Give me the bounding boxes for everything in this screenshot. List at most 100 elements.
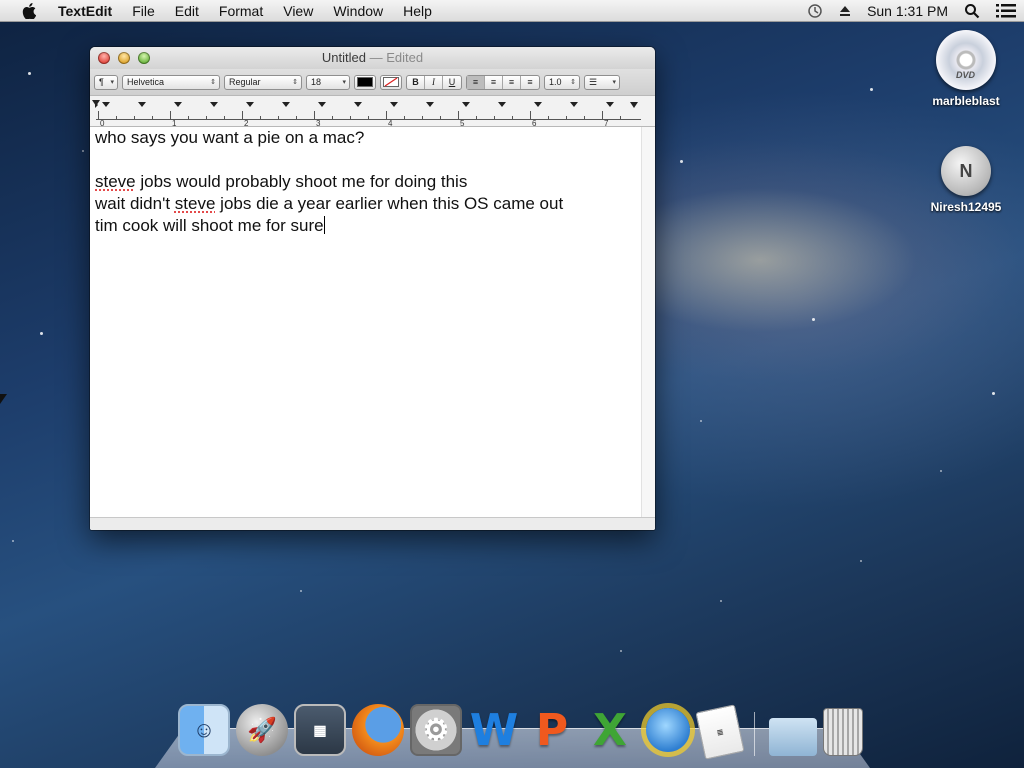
tab-stop-icon[interactable]: [426, 102, 434, 107]
dock-trash-icon[interactable]: [823, 708, 863, 756]
desktop-icon-label: marbleblast: [932, 94, 1000, 108]
document-line: who says you want a pie on a mac?: [95, 128, 365, 147]
window-titlebar[interactable]: Untitled — Edited: [90, 47, 655, 69]
ruler-tick: [476, 116, 477, 120]
tab-stop-icon[interactable]: [246, 102, 254, 107]
dock-textedit-icon[interactable]: ≣: [695, 704, 745, 760]
zoom-icon[interactable]: [138, 52, 150, 64]
spotlight-search-icon[interactable]: [956, 3, 988, 19]
time-machine-icon[interactable]: [799, 3, 831, 19]
ruler-tick: [602, 111, 603, 120]
tab-stop-icon[interactable]: [138, 102, 146, 107]
desktop-icon-label: Niresh12495: [930, 200, 1002, 214]
font-family-label: Helvetica: [127, 77, 165, 87]
ruler-tick: [512, 116, 513, 120]
ruler-tick: [152, 116, 153, 120]
drive-badge: N: [959, 160, 973, 181]
tab-stop-icon[interactable]: [174, 102, 182, 107]
close-icon[interactable]: [98, 52, 110, 64]
align-right-icon[interactable]: ≡: [503, 75, 521, 89]
dock-excel-icon[interactable]: X: [584, 704, 636, 756]
dock-firefox-icon[interactable]: [352, 704, 404, 756]
ruler-tick: [296, 116, 297, 120]
vertical-scrollbar[interactable]: [641, 127, 655, 517]
bold-button[interactable]: B: [407, 75, 425, 89]
document-line-part: wait didn't: [95, 194, 175, 213]
misspelled-word[interactable]: steve: [95, 172, 136, 191]
ruler-tick: [98, 111, 99, 120]
textedit-window: Untitled — Edited ¶ ▾ Helvetica ⇕ Regular ⇕…: [90, 47, 655, 530]
misspelled-word[interactable]: steve: [175, 194, 216, 213]
tab-stop-icon[interactable]: [390, 102, 398, 107]
text-ruler[interactable]: 01234567: [90, 95, 655, 128]
dock-launchpad-icon[interactable]: 🚀: [236, 704, 288, 756]
menu-help[interactable]: Help: [393, 0, 442, 22]
dock-image-capture-icon[interactable]: ▦: [294, 704, 346, 756]
tab-stop-icon[interactable]: [282, 102, 290, 107]
ruler-tick: [170, 111, 171, 120]
paragraph-style-popup[interactable]: ¶ ▾: [94, 74, 118, 90]
ruler-tick: [134, 116, 135, 120]
dock-word-icon[interactable]: W: [468, 704, 520, 756]
dock-documents-folder-icon[interactable]: [769, 718, 817, 756]
text-color-swatch: [357, 77, 373, 87]
ruler-tick: [494, 116, 495, 120]
right-margin-icon[interactable]: [630, 102, 638, 108]
tab-stop-icon[interactable]: [462, 102, 470, 107]
document-line-part: jobs die a year earlier when this OS cam…: [215, 194, 564, 213]
tab-stop-icon[interactable]: [354, 102, 362, 107]
align-left-icon[interactable]: ≡: [467, 75, 485, 89]
list-bullets-popup[interactable]: ☰ ▾: [584, 74, 620, 90]
document-line: steve jobs would probably shoot me for d…: [95, 171, 636, 193]
align-center-icon[interactable]: ≡: [485, 75, 503, 89]
apple-menu-icon[interactable]: [18, 2, 40, 19]
font-family-popup[interactable]: Helvetica ⇕: [122, 74, 220, 90]
ruler-tick: [566, 116, 567, 120]
tab-stop-icon[interactable]: [570, 102, 578, 107]
document-line: tim cook will shoot me for sure: [95, 215, 636, 237]
font-size-value: 18: [311, 77, 322, 87]
minimize-icon[interactable]: [118, 52, 130, 64]
notification-center-icon[interactable]: [988, 3, 1024, 18]
font-style-label: Regular: [229, 77, 261, 87]
desktop-icon-niresh12495[interactable]: N Niresh12495: [921, 146, 1011, 214]
font-size-combo[interactable]: 18 ▾: [306, 74, 350, 90]
line-spacing-popup[interactable]: 1.0 ⇕: [544, 74, 580, 90]
tab-stop-icon[interactable]: [102, 102, 110, 107]
dock-system-preferences-icon[interactable]: ⚙: [410, 704, 462, 756]
tab-stop-icon[interactable]: [606, 102, 614, 107]
menu-format[interactable]: Format: [209, 0, 273, 22]
dock-powerpoint-icon[interactable]: P: [526, 704, 578, 756]
italic-button[interactable]: I: [425, 75, 443, 89]
ruler-tick: [314, 111, 315, 120]
menu-file[interactable]: File: [122, 0, 165, 22]
tab-stop-icon[interactable]: [498, 102, 506, 107]
eject-icon[interactable]: [831, 5, 859, 17]
dock-finder-icon[interactable]: ☺: [178, 704, 230, 756]
tab-stop-icon[interactable]: [318, 102, 326, 107]
underline-button[interactable]: U: [443, 76, 461, 89]
justify-icon[interactable]: ≡: [521, 76, 539, 89]
menu-app-name[interactable]: TextEdit: [48, 0, 122, 22]
menu-edit[interactable]: Edit: [165, 0, 209, 22]
highlight-color-well[interactable]: [380, 74, 402, 90]
line-spacing-value: 1.0: [549, 77, 562, 87]
font-style-popup[interactable]: Regular ⇕: [224, 74, 302, 90]
text-caret: [323, 216, 325, 234]
text-color-well[interactable]: [354, 74, 376, 90]
document-text-area[interactable]: who says you want a pie on a mac? steve …: [90, 127, 641, 517]
dock-entourage-icon[interactable]: [646, 708, 690, 752]
ruler-tick: [188, 116, 189, 120]
ruler-tick: [530, 111, 531, 120]
tab-stop-icon[interactable]: [210, 102, 218, 107]
desktop-icon-marbleblast[interactable]: DVD marbleblast: [921, 30, 1011, 108]
list-bullets-icon: ☰: [589, 76, 598, 87]
tab-stop-icon[interactable]: [534, 102, 542, 107]
ruler-tick: [278, 116, 279, 120]
ruler-tick: [206, 116, 207, 120]
menu-window[interactable]: Window: [323, 0, 393, 22]
menu-clock[interactable]: Sun 1:31 PM: [859, 3, 956, 19]
first-line-indent-icon[interactable]: [92, 100, 100, 106]
menu-view[interactable]: View: [273, 0, 323, 22]
